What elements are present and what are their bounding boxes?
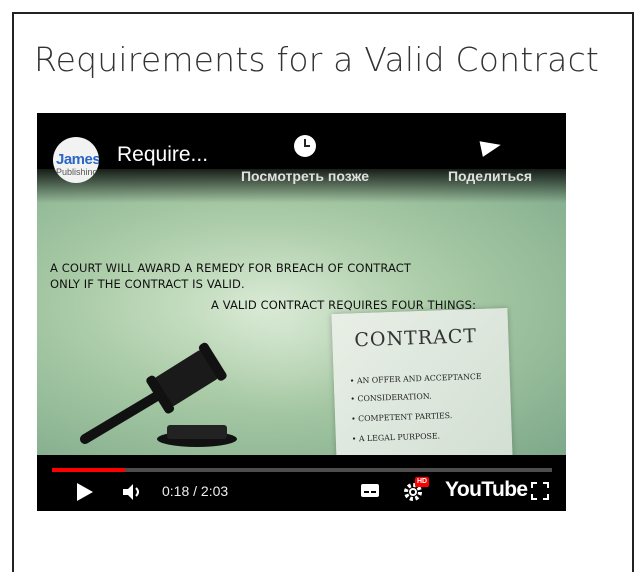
fullscreen-icon[interactable] <box>531 482 549 500</box>
gavel-block <box>157 425 237 447</box>
volume-icon[interactable] <box>121 482 145 502</box>
hd-badge: HD <box>415 477 430 487</box>
progress-fill <box>52 468 125 472</box>
channel-avatar[interactable]: James Publishing <box>53 137 99 183</box>
video-title-link[interactable]: Require... <box>117 143 208 167</box>
captions-icon[interactable] <box>361 484 379 497</box>
channel-logo-subtext: Publishing <box>56 167 98 177</box>
clock-icon <box>294 135 316 157</box>
document-item: • AN OFFER AND ACCEPTANCE <box>349 371 482 386</box>
player-controls: 0:18 / 2:03 HD YouTube <box>37 475 566 511</box>
share-button[interactable]: Поделиться <box>415 135 565 184</box>
progress-bar[interactable] <box>52 468 552 472</box>
play-icon[interactable] <box>77 483 93 501</box>
watch-later-label: Посмотреть позже <box>240 168 370 184</box>
document-title: CONTRACT <box>354 325 478 352</box>
document-item: • CONSIDERATION. <box>350 391 432 404</box>
time-display: 0:18 / 2:03 <box>162 483 229 499</box>
contract-document: CONTRACT • AN OFFER AND ACCEPTANCE • CON… <box>331 307 515 455</box>
document-item: • COMPETENT PARTIES. <box>350 410 453 424</box>
video-player[interactable]: A COURT WILL AWARD A REMEDY FOR BREACH O… <box>37 113 566 511</box>
page-title: Requirements for a Valid Contract <box>34 40 600 79</box>
gavel-head <box>146 342 227 414</box>
share-label: Поделиться <box>447 168 533 184</box>
content-card: Requirements for a Valid Contract A COUR… <box>12 12 634 572</box>
youtube-logo[interactable]: YouTube <box>445 478 528 502</box>
slide-text-line-2: ONLY IF THE CONTRACT IS VALID. <box>50 277 245 291</box>
channel-logo-text: James <box>56 151 99 168</box>
document-item: • A LEGAL PURPOSE. <box>351 431 441 444</box>
share-arrow-icon <box>479 135 501 157</box>
gavel-illustration <box>80 342 237 447</box>
video-frame[interactable]: A COURT WILL AWARD A REMEDY FOR BREACH O… <box>37 169 566 455</box>
watch-later-button[interactable]: Посмотреть позже <box>230 135 380 184</box>
slide-text-line-1: A COURT WILL AWARD A REMEDY FOR BREACH O… <box>50 261 412 275</box>
